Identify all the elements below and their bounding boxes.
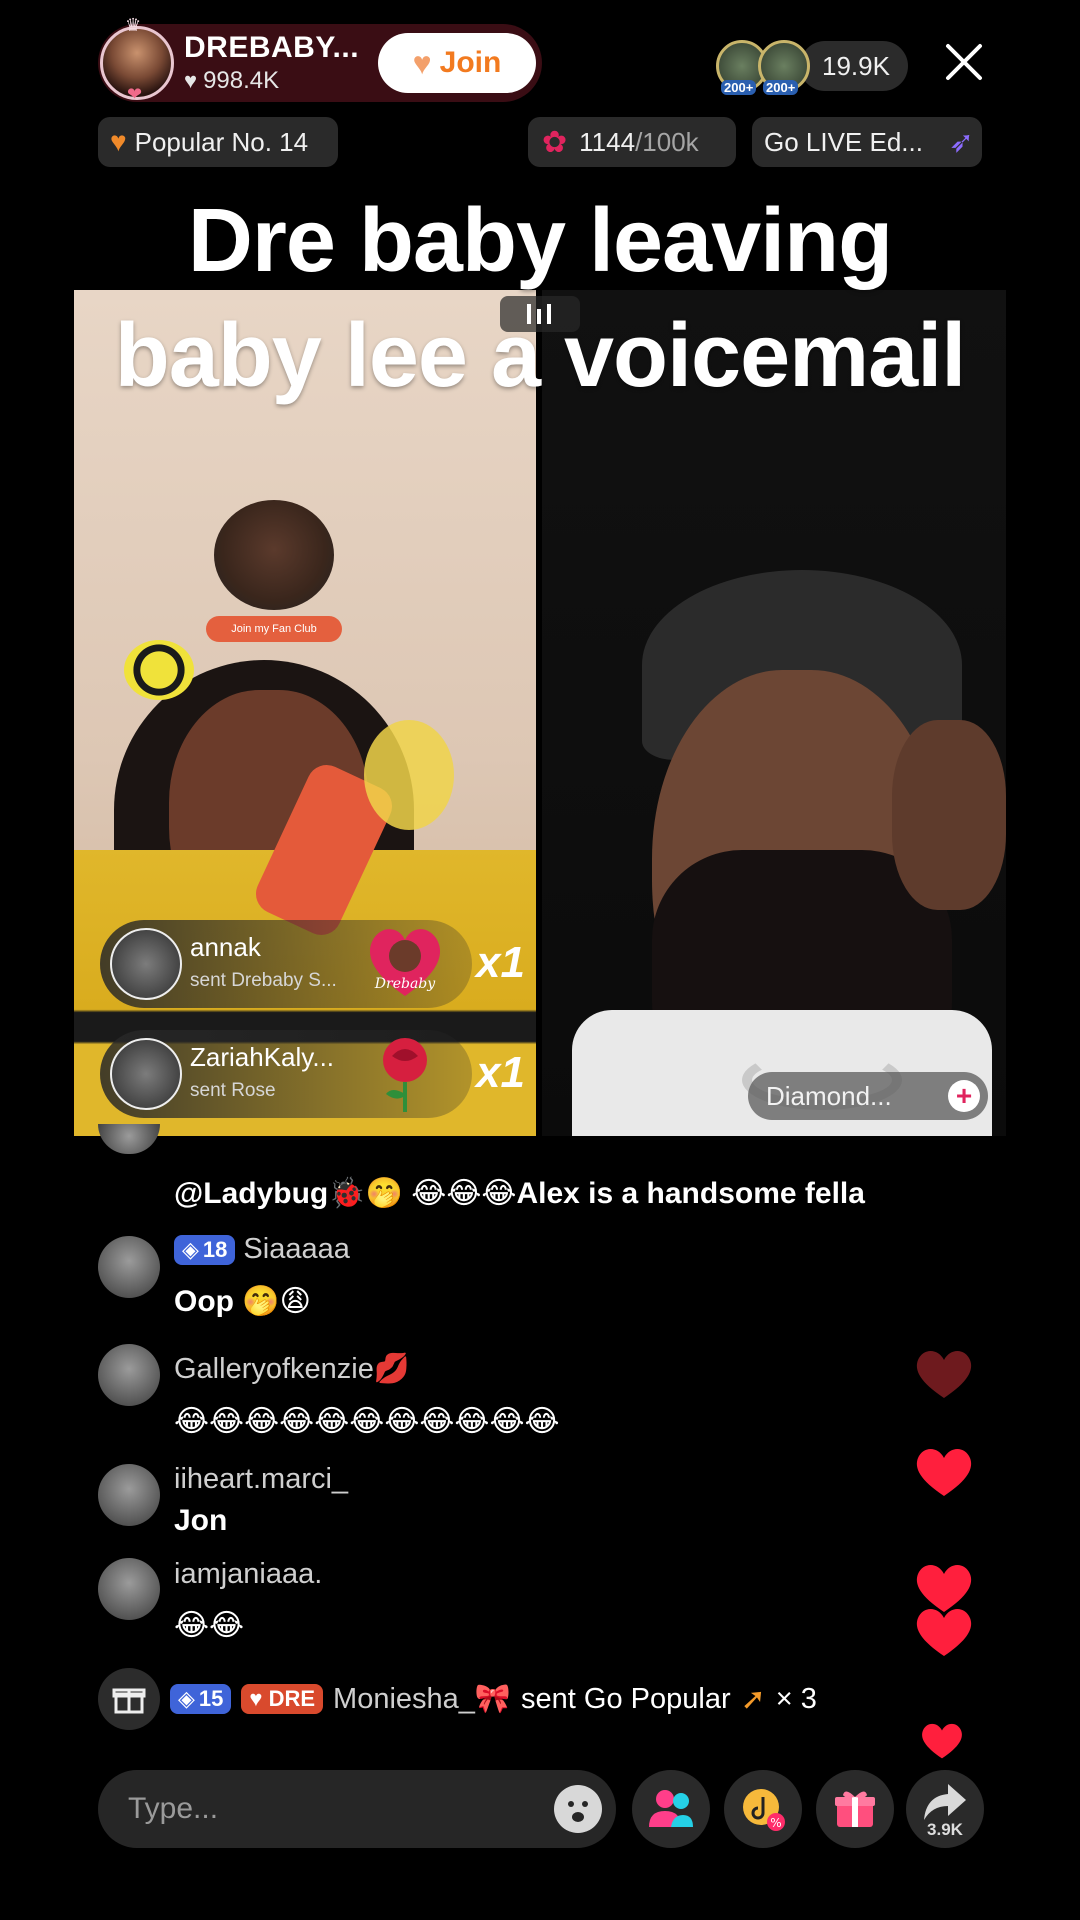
share-button[interactable]: 3.9K xyxy=(906,1770,984,1848)
guest-name: Diamond... xyxy=(766,1080,892,1111)
gift-action: sent Rose xyxy=(190,1080,276,1101)
chat-message: 😂😂😂😂😂😂😂😂😂😂😂 xyxy=(174,1405,560,1438)
floating-heart-icon xyxy=(916,1449,972,1496)
bee-wing xyxy=(364,720,454,830)
heart-plus-icon: ♥ xyxy=(412,44,432,81)
svg-text:%: % xyxy=(770,1816,781,1830)
chat-username-row[interactable]: ◈ 18 Siaaaaa xyxy=(174,1233,350,1266)
rose-icon: ✿ xyxy=(542,125,568,159)
caption-line-2: baby lee a voicemail xyxy=(114,306,966,406)
rose-goal-count: 1144 xyxy=(579,126,636,157)
gift-count: × 3 xyxy=(775,1682,817,1715)
share-count: 3.9K xyxy=(927,1820,963,1839)
go-popular-icon: ➚ xyxy=(740,1682,766,1716)
go-live-label: Go LIVE Ed... xyxy=(764,126,923,157)
gift-sender-name: ZariahKaly... xyxy=(190,1042,335,1072)
top-viewers[interactable]: 200+ 200+ 19.9K xyxy=(716,38,908,95)
gift-multiplier: x1 xyxy=(476,1048,525,1097)
chat-message: 😂😂 xyxy=(174,1609,245,1642)
chat-message: @Ladybug🐞🤭 😂😂😂Alex is a handsome fella xyxy=(174,1177,865,1210)
avatar[interactable] xyxy=(98,1558,160,1620)
avatar[interactable] xyxy=(110,1038,182,1110)
follow-plus-icon[interactable]: + xyxy=(948,1080,980,1112)
diamond-icon: ◈ xyxy=(178,1686,195,1711)
viewer-rank-badge: 200+ xyxy=(763,80,799,95)
svg-text:Drebaby: Drebaby xyxy=(374,976,436,992)
avatar[interactable] xyxy=(98,1344,160,1406)
guest-fist xyxy=(892,720,1006,910)
comment-input[interactable] xyxy=(126,1791,510,1827)
chat-username[interactable]: iiheart.marci_ xyxy=(174,1463,348,1496)
host-name: DREBABY... xyxy=(184,31,360,64)
gift-notification[interactable]: ◈ 15 ♥ DRE Moniesha_🎀 sent Go Popular ➚ ×… xyxy=(98,1668,817,1730)
avatar[interactable] xyxy=(98,1464,160,1526)
avatar[interactable] xyxy=(110,928,182,1000)
drebaby-heart-gift-icon: Drebaby xyxy=(369,929,441,996)
viewer-rank-badge: 200+ xyxy=(721,80,757,95)
viewer-avatar[interactable]: 200+ xyxy=(758,40,810,95)
floating-heart-icon xyxy=(916,1609,972,1656)
host-pill[interactable]: ♛ ❤ DREBABY... ♥ 998.4K ♥ Join xyxy=(98,15,542,104)
emoji-icon[interactable] xyxy=(554,1785,602,1833)
gift-sender-name: annak xyxy=(190,932,261,962)
diamond-icon: ◈ xyxy=(182,1236,199,1262)
level-badge: ◈ 15 xyxy=(170,1684,232,1714)
popular-rank-label: Popular No. 14 xyxy=(134,126,309,157)
gift-banner[interactable]: annak sent Drebaby S... Drebaby x1 xyxy=(100,920,525,1008)
left-video-panel[interactable]: Join my Fan Club xyxy=(74,290,536,1136)
popular-rank-chip[interactable]: ♥ Popular No. 14 xyxy=(98,117,338,167)
rose-goal-target: /100k xyxy=(635,126,699,157)
host-likes-count: 998.4K xyxy=(203,67,280,94)
gift-multiplier: x1 xyxy=(476,938,525,987)
heart-icon: ♥ xyxy=(249,1686,263,1711)
join-button[interactable]: ♥ Join xyxy=(378,33,536,93)
gift-sender-name[interactable]: Moniesha_🎀 xyxy=(333,1682,511,1716)
tiktok-coin-icon: % xyxy=(743,1789,785,1831)
multi-guest-button[interactable] xyxy=(632,1770,710,1848)
level-badge: ◈ 18 xyxy=(174,1234,236,1265)
chat-username[interactable]: Galleryofkenzie💋 xyxy=(174,1352,410,1386)
chat-username[interactable]: iamjaniaaa. xyxy=(174,1558,322,1591)
close-icon[interactable] xyxy=(944,42,984,82)
crown-icon: ♛ xyxy=(125,15,142,35)
chat-username: Siaaaaa xyxy=(243,1233,350,1265)
gift-button[interactable] xyxy=(816,1770,894,1848)
bee-antenna xyxy=(124,640,194,700)
level-number: 18 xyxy=(202,1236,228,1262)
promote-button[interactable]: % xyxy=(724,1770,802,1848)
host-avatar[interactable]: ♛ ❤ xyxy=(100,15,174,104)
gift-icon xyxy=(835,1791,875,1827)
fan-club-badge: ♥ DRE xyxy=(241,1684,324,1714)
fan-club-mascot-icon[interactable] xyxy=(214,500,334,610)
go-live-chip[interactable]: Go LIVE Ed... ➶ xyxy=(752,117,982,167)
join-label: Join xyxy=(439,46,502,79)
share-arrow-icon xyxy=(924,1784,966,1820)
rocket-icon: ➶ xyxy=(948,125,974,159)
guest-name-pill[interactable]: Diamond... + xyxy=(748,1072,988,1120)
gift-box-icon[interactable] xyxy=(98,1668,160,1730)
caption-line-1: Dre baby leaving xyxy=(187,191,893,291)
broken-heart-icon: ♥ xyxy=(110,126,127,157)
viewer-count[interactable]: 19.9K xyxy=(800,41,908,91)
gift-action: sent Go Popular xyxy=(521,1682,731,1715)
heart-icon: ♥ xyxy=(184,68,198,93)
gift-banner[interactable]: ZariahKaly... sent Rose x1 xyxy=(100,1030,525,1118)
gift-action: sent Drebaby S... xyxy=(190,970,337,991)
comment-input-bar[interactable] xyxy=(98,1770,616,1848)
avatar[interactable] xyxy=(98,1124,160,1154)
chat-message: Oop 🤭😩 xyxy=(174,1285,311,1318)
floating-heart-icon xyxy=(916,1351,972,1398)
chat-message: Jon xyxy=(174,1504,228,1537)
avatar[interactable] xyxy=(98,1236,160,1298)
fan-club-button[interactable]: Join my Fan Club xyxy=(206,616,342,642)
heart-badge-icon: ❤ xyxy=(127,84,143,104)
host-likes: ♥ 998.4K xyxy=(184,67,359,95)
guests-icon xyxy=(649,1790,693,1827)
floating-heart-icon xyxy=(922,1723,962,1759)
right-video-panel[interactable] xyxy=(542,290,1006,1136)
rose-gift-icon xyxy=(383,1038,427,1112)
fan-club-badge-label: DRE xyxy=(268,1686,316,1711)
level-number: 15 xyxy=(198,1686,224,1711)
rose-goal-chip[interactable]: ✿ 1144/100k xyxy=(528,117,736,167)
